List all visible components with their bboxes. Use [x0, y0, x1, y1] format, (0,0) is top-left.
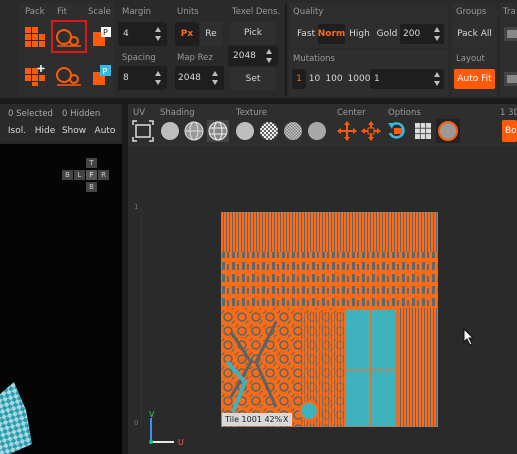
pack-icon[interactable]: [24, 26, 46, 48]
uv-label: UV: [133, 108, 146, 118]
axis-v-label: V: [149, 410, 155, 419]
scale-mutate-icon[interactable]: P: [91, 64, 113, 86]
spacing-label: Spacing: [122, 53, 156, 63]
pick-button[interactable]: Pick: [230, 22, 276, 44]
mutation-10-button[interactable]: 10: [307, 69, 322, 89]
3d-mesh-preview: [0, 382, 32, 454]
grid-icon[interactable]: [412, 120, 434, 142]
wireframe-sphere-icon[interactable]: [183, 120, 205, 142]
auto-fit-button[interactable]: Auto Fit: [454, 69, 495, 89]
quality-label: Quality: [293, 7, 324, 17]
mutation-100-button[interactable]: 100: [323, 69, 345, 89]
rotate-icon[interactable]: [386, 120, 408, 142]
fit-icon[interactable]: [56, 27, 82, 47]
center-label: Center: [337, 108, 366, 118]
show-button[interactable]: Show: [60, 123, 88, 139]
ruler-top-mark: 1: [134, 203, 139, 211]
checker-icon[interactable]: [258, 120, 280, 142]
spacing-value: 8: [123, 73, 129, 83]
svg-text:P: P: [103, 28, 108, 37]
margin-value: 4: [123, 29, 129, 39]
orientation-cube[interactable]: T B L F R B: [62, 158, 109, 194]
right-panel-button[interactable]: Bo: [502, 120, 517, 142]
quality-high-button[interactable]: High: [346, 24, 373, 44]
flat-shading-icon[interactable]: [159, 120, 181, 142]
toolbar-divider: [285, 3, 287, 96]
texel-density-label: Texel Dens.: [232, 7, 281, 17]
transform2-icon[interactable]: [502, 69, 517, 89]
selected-count: 0 Selected: [8, 109, 53, 119]
mutation-1000-button[interactable]: 1000: [346, 69, 372, 89]
layout-label: Layout: [456, 54, 485, 64]
checker-small-icon[interactable]: [282, 120, 304, 142]
tile-close-icon[interactable]: X: [283, 415, 288, 424]
transform-icon[interactable]: [502, 24, 517, 44]
texel-stepper-icon[interactable]: [266, 49, 273, 63]
texture-sphere-icon[interactable]: [306, 120, 328, 142]
background-sphere-icon[interactable]: [436, 119, 460, 143]
uv-frame-icon[interactable]: [132, 120, 154, 142]
cube-face-right[interactable]: R: [98, 170, 109, 180]
hide-button[interactable]: Hide: [32, 123, 58, 139]
units-label: Units: [177, 7, 199, 17]
fit-label: Fit: [57, 7, 67, 17]
cube-face-back[interactable]: B: [62, 170, 73, 180]
quality-norm-button[interactable]: Norm: [318, 24, 345, 44]
axis-u-label: U: [178, 438, 184, 447]
quality-stepper-icon[interactable]: [434, 27, 441, 41]
quality-gold-button[interactable]: Gold: [373, 24, 401, 44]
options-label: Options: [388, 108, 421, 118]
shading-label: Shading: [160, 108, 195, 118]
tile-caption-text: Tile 1001 42%: [225, 415, 283, 424]
texel-value: 2048: [233, 51, 256, 61]
spacing-stepper-icon[interactable]: [155, 71, 162, 85]
ruler-bottom-mark: 0: [134, 419, 139, 427]
fit-mutate-icon[interactable]: [56, 64, 82, 86]
viewport-ruler-left: [141, 206, 142, 426]
units-re-button[interactable]: Re: [200, 22, 222, 46]
scale-label: Scale: [88, 7, 111, 17]
cube-face-left[interactable]: L: [74, 170, 85, 180]
mutation-stepper-icon[interactable]: [434, 72, 441, 86]
auto-button[interactable]: Auto: [92, 123, 118, 139]
set-button[interactable]: Set: [230, 68, 276, 90]
quality-fast-button[interactable]: Fast: [294, 24, 318, 44]
quality-number-value: 200: [403, 29, 421, 39]
pack-mutate-icon[interactable]: [24, 64, 46, 86]
cube-face-front[interactable]: F: [86, 170, 97, 180]
cursor-icon: [463, 328, 475, 346]
hidden-count: 0 Hidden: [62, 109, 101, 119]
texture-label: Texture: [236, 108, 268, 118]
move-icon[interactable]: [336, 120, 358, 142]
maprez-label: Map Rez: [177, 53, 213, 63]
uv-tile-1001[interactable]: [221, 212, 438, 427]
cube-face-bottom[interactable]: B: [86, 182, 97, 192]
scale-icon[interactable]: P: [91, 26, 113, 48]
maprez-stepper-icon[interactable]: [212, 71, 219, 85]
transform-label: Tra: [503, 7, 516, 17]
mutation-1-button[interactable]: 1: [292, 69, 306, 89]
groups-label: Groups: [456, 7, 487, 17]
mutation-number-value: 1: [374, 74, 380, 84]
units-px-button[interactable]: Px: [175, 22, 199, 46]
center-pivot-icon[interactable]: [360, 120, 382, 142]
isolate-button[interactable]: Isol.: [5, 123, 29, 139]
polygon-sphere-icon[interactable]: [207, 120, 229, 142]
svg-text:P: P: [103, 67, 108, 76]
mutation-number-field[interactable]: [370, 69, 444, 89]
maprez-value: 2048: [178, 73, 201, 83]
right-panel-label: 1 3D: [500, 108, 517, 118]
mutations-label: Mutations: [293, 54, 335, 64]
margin-stepper-icon[interactable]: [155, 27, 162, 41]
texture-off-icon[interactable]: [234, 120, 256, 142]
pack-label: Pack: [25, 7, 45, 17]
margin-label: Margin: [122, 7, 152, 17]
pack-all-button[interactable]: Pack All: [454, 24, 495, 44]
cube-face-top[interactable]: T: [86, 158, 97, 168]
